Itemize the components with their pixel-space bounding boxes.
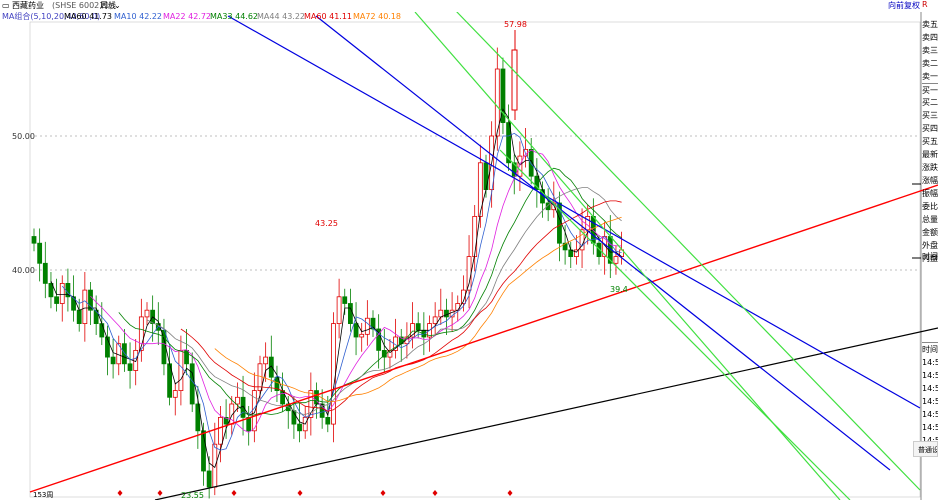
candle-body [234,396,240,405]
candle-body [127,363,133,371]
event-marker [297,490,303,496]
quote-row-label: 卖五 [922,20,938,29]
event-marker [117,490,123,496]
candle-body [172,390,178,398]
candle-body [415,323,421,331]
candle-body [336,296,342,324]
candle-body [99,323,105,338]
time-label: 时间 [922,252,938,261]
ma-legend-item[interactable]: MA33 44.62 [210,11,258,22]
tick-time: 14:5 [922,384,938,393]
quote-row-label: 买一 [922,83,938,97]
candle-body [477,162,483,217]
y-tick-label: 40.00 [12,266,35,275]
candle-body [122,343,127,365]
candle-body [353,323,359,338]
right-tag[interactable]: R [922,0,938,14]
candle-body [76,309,82,325]
event-marker [380,490,386,496]
quote-row-label: 金额 [922,228,938,237]
candle-body [455,303,461,311]
price-annotation: 57.98 [504,20,527,29]
quote-row-label: 涨幅 [922,176,938,185]
candle-body [359,333,365,338]
candle-body [325,416,331,425]
candle-body [206,470,212,488]
quote-row-label: 卖四 [922,33,938,42]
trend-line [499,149,851,500]
candle-body [438,309,444,318]
ma-line [214,216,622,403]
candle-body [364,317,370,335]
candle-body [71,296,76,311]
price-annotation: 39.4 [610,285,628,294]
event-marker [231,490,237,496]
candle-body [246,416,252,432]
ma-line [180,200,622,412]
trend-line [454,9,921,491]
candle-body [472,215,478,257]
price-annotation: 43.25 [315,219,338,228]
candle-body [42,262,48,284]
bar-count-label: 153周 [33,491,54,499]
event-marker [507,490,513,496]
quote-row-label: 买四 [922,124,938,133]
ma-legend-item[interactable]: MA60 41.73 [64,11,112,22]
candle-body [342,296,348,304]
price-annotation: 23.55 [181,491,204,500]
quote-row-label: 最新 [922,150,938,159]
candle-body [37,242,43,264]
tick-time: 14:5 [922,410,938,419]
quote-row-label: 卖二 [922,59,938,68]
candle-body [347,303,353,325]
kline-chart[interactable] [0,0,938,500]
candle-body [240,396,246,418]
event-marker [157,490,163,496]
candle-body [110,356,116,365]
candle-body [483,162,489,191]
candle-body [82,289,88,325]
candle-body [297,423,302,432]
quote-row-label: 总量 [922,215,938,224]
candle-body [432,316,438,324]
quote-row-label: 委比 [922,202,938,211]
candle-body [189,363,195,405]
tick-time: 14:5 [922,423,938,432]
candle-body [178,349,184,391]
candle-body [54,296,59,304]
ma-legend-item[interactable]: MA44 43.22 [257,11,305,22]
candle-body [444,309,449,318]
tick-time: 14:5 [922,371,938,380]
tick-header: 时间 [922,342,938,356]
candle-body [263,356,269,365]
ma-legend-item[interactable]: MA10 42.22 [114,11,162,22]
settings-tab[interactable]: 普通设 [913,441,938,457]
candle-body [144,309,150,318]
candle-body [31,236,37,244]
candle-body [613,256,619,264]
quote-row-label: 卖一 [922,72,938,81]
candle-body [511,49,518,111]
tick-time: 14:5 [922,358,938,367]
tick-time: 14:5 [922,397,938,406]
adjust-link[interactable]: 向前复权 [888,0,920,12]
ma-legend-item[interactable]: MA72 40.18 [353,11,401,22]
quote-row-label: 振幅 [922,189,938,198]
ma-line [50,108,622,469]
event-marker [432,490,438,496]
ma-legend-item[interactable]: MA60 41.11 [304,11,352,22]
quote-row-label: 买三 [922,111,938,120]
candle-body [218,416,223,445]
quote-row-label: 买五 [922,137,938,146]
candle-body [466,256,472,291]
quote-row-label: 卖三 [922,46,938,55]
y-tick-label: 50.00 [12,132,35,141]
candle-body [568,249,574,257]
quote-row-label: 买二 [922,98,938,107]
candle-body [212,443,218,488]
ma-legend-item[interactable]: MA22 42.72 [163,11,211,22]
ma-line [146,187,622,415]
quote-row-label: 涨跌 [922,163,938,172]
candle-body [517,155,523,177]
